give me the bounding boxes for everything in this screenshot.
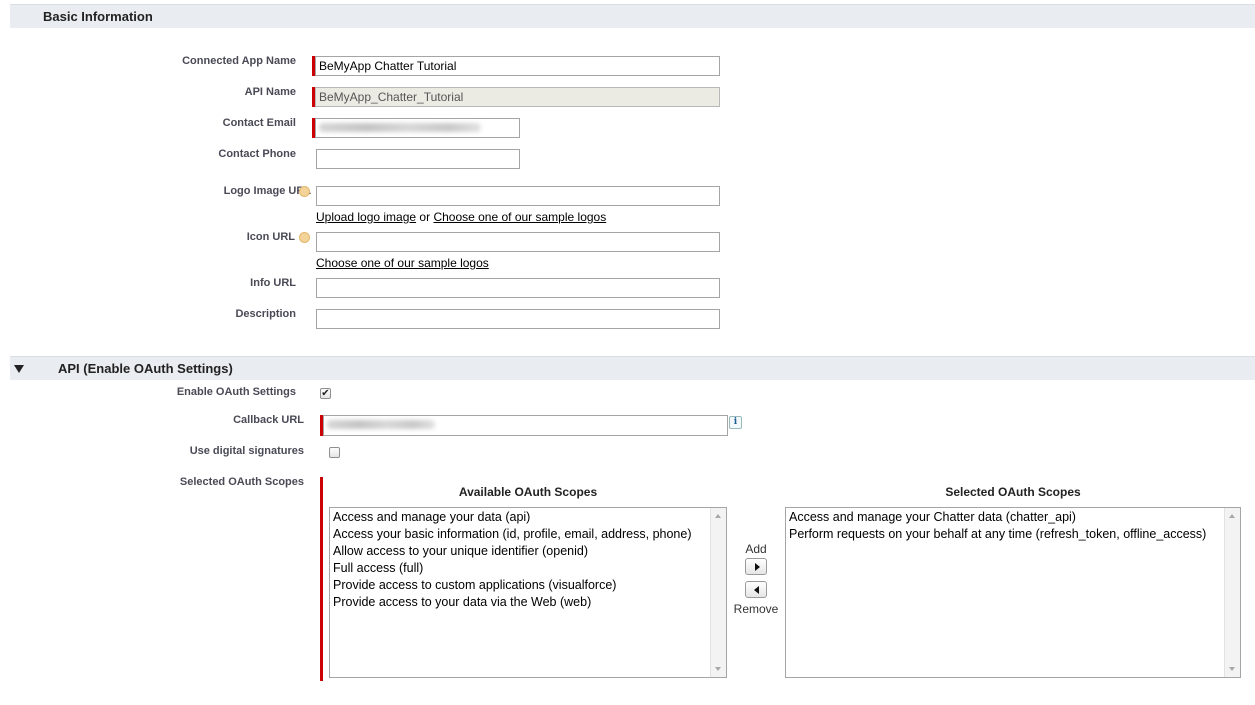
scrollbar[interactable] xyxy=(710,508,726,677)
logo-links: Upload logo image or Choose one of our s… xyxy=(316,210,606,224)
connected-app-name-input[interactable]: BeMyApp Chatter Tutorial xyxy=(315,56,720,76)
collapse-triangle-icon[interactable] xyxy=(14,365,24,373)
list-item[interactable]: Perform requests on your behalf at any t… xyxy=(789,526,1206,543)
add-label: Add xyxy=(745,542,767,556)
enable-oauth-checkbox[interactable]: ✔ xyxy=(320,388,331,399)
list-item[interactable]: Access your basic information (id, profi… xyxy=(333,526,692,543)
remove-label: Remove xyxy=(733,602,779,616)
info-url-input[interactable] xyxy=(316,278,720,298)
available-scopes-list[interactable]: Access and manage your data (api) Access… xyxy=(329,507,727,678)
label-digital-signatures: Use digital signatures xyxy=(189,445,304,457)
label-icon-url: Icon URL xyxy=(247,231,295,243)
callback-url-input[interactable] xyxy=(323,415,728,436)
list-item[interactable]: Provide access to custom applications (v… xyxy=(333,577,692,594)
required-indicator xyxy=(320,477,323,681)
label-contact-phone: Contact Phone xyxy=(218,148,296,160)
label-text: Logo Image URL xyxy=(223,185,311,197)
list-item[interactable]: Provide access to your data via the Web … xyxy=(333,594,692,611)
list-item[interactable]: Access and manage your Chatter data (cha… xyxy=(789,509,1206,526)
choose-sample-logo-link[interactable]: Choose one of our sample logos xyxy=(433,210,606,224)
description-input[interactable] xyxy=(316,309,720,329)
redacted-email xyxy=(319,123,481,132)
selected-scope-items: Access and manage your Chatter data (cha… xyxy=(789,509,1206,543)
redacted-callback-url xyxy=(327,420,435,429)
contact-email-input[interactable] xyxy=(315,118,520,138)
scroll-up-icon[interactable] xyxy=(715,514,721,518)
label-logo-image-url: Logo Image URL xyxy=(224,185,311,197)
list-item[interactable]: Access and manage your data (api) xyxy=(333,509,692,526)
selected-scopes-title: Selected OAuth Scopes xyxy=(945,485,1081,499)
help-icon[interactable] xyxy=(299,232,310,243)
upload-logo-link[interactable]: Upload logo image xyxy=(316,210,416,224)
info-icon[interactable]: i xyxy=(729,416,742,429)
label-info-url: Info URL xyxy=(250,277,296,289)
label-oauth-scopes: Selected OAuth Scopes xyxy=(179,476,304,488)
label-api-name: API Name xyxy=(244,86,296,98)
label-description: Description xyxy=(235,308,296,320)
add-button[interactable] xyxy=(745,558,767,575)
remove-button[interactable] xyxy=(745,581,767,598)
or-text: or xyxy=(419,210,431,224)
logo-image-url-input[interactable] xyxy=(316,186,720,206)
section-title: API (Enable OAuth Settings) xyxy=(58,361,233,376)
selected-scopes-list[interactable]: Access and manage your Chatter data (cha… xyxy=(785,507,1241,678)
section-api-oauth[interactable]: API (Enable OAuth Settings) xyxy=(10,356,1255,380)
help-icon[interactable] xyxy=(299,186,310,197)
list-item[interactable]: Allow access to your unique identifier (… xyxy=(333,543,692,560)
icon-url-input[interactable] xyxy=(316,232,720,252)
arrow-right-icon xyxy=(755,563,760,571)
arrow-left-icon xyxy=(754,586,759,594)
label-contact-email: Contact Email xyxy=(222,117,296,129)
digital-signatures-checkbox[interactable] xyxy=(329,447,340,458)
label-enable-oauth: Enable OAuth Settings xyxy=(176,386,296,398)
label-text: Icon URL xyxy=(246,231,295,243)
section-title: Basic Information xyxy=(43,9,153,24)
scroll-down-icon[interactable] xyxy=(715,667,721,671)
scroll-down-icon[interactable] xyxy=(1229,667,1235,671)
label-callback-url: Callback URL xyxy=(233,414,304,426)
available-scope-items: Access and manage your data (api) Access… xyxy=(333,509,692,611)
list-item[interactable]: Full access (full) xyxy=(333,560,692,577)
icon-links: Choose one of our sample logos xyxy=(316,256,489,270)
section-basic-information: Basic Information xyxy=(10,4,1255,28)
available-scopes-title: Available OAuth Scopes xyxy=(458,485,598,499)
api-name-input[interactable]: BeMyApp_Chatter_Tutorial xyxy=(315,87,720,107)
scrollbar[interactable] xyxy=(1224,508,1240,677)
scroll-up-icon[interactable] xyxy=(1229,514,1235,518)
label-connected-app-name: Connected App Name xyxy=(182,55,296,67)
choose-sample-icon-link[interactable]: Choose one of our sample logos xyxy=(316,256,489,270)
contact-phone-input[interactable] xyxy=(316,149,520,169)
